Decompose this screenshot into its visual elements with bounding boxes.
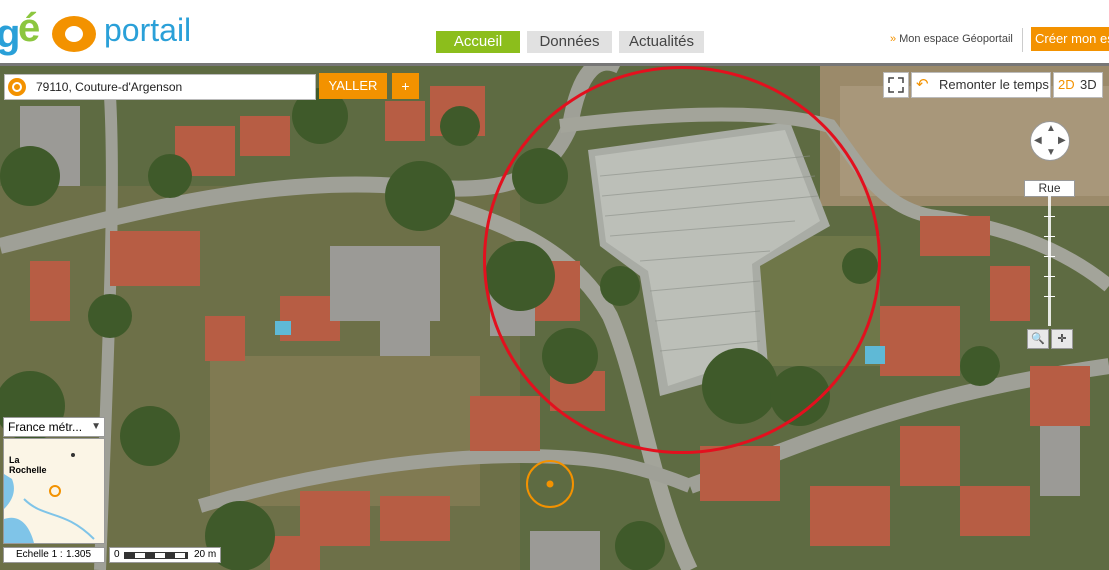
yaller-button[interactable]: YALLER: [319, 73, 387, 99]
zoom-box-button[interactable]: 🔍: [1027, 329, 1049, 349]
remonter-le-temps-button[interactable]: ↶ Remonter le temps: [911, 72, 1051, 98]
remonter-le-temps-label: Remonter le temps: [939, 77, 1049, 92]
projection-value: France métr...: [8, 420, 83, 434]
view-2d-button[interactable]: 2D: [1058, 73, 1075, 97]
pan-down-icon[interactable]: ▼: [1046, 147, 1056, 158]
locate-icon[interactable]: [8, 78, 26, 96]
creer-compte-button[interactable]: Créer mon es: [1031, 27, 1109, 51]
overview-minimap[interactable]: La Rochelle: [3, 438, 105, 544]
echelle-value: 1.305: [66, 549, 92, 560]
view-3d-button[interactable]: 3D: [1080, 73, 1097, 97]
map-view[interactable]: 79110, Couture-d'Argenson YALLER + ↶ Rem…: [0, 66, 1109, 570]
tab-accueil[interactable]: Accueil: [436, 31, 520, 53]
scale-distance: 20 m: [194, 549, 217, 560]
chevron-right-icon: »: [890, 33, 897, 45]
zoom-tick: [1044, 276, 1055, 277]
header-divider: [1022, 28, 1023, 52]
scale-zero: 0: [114, 549, 120, 560]
rue-zoom-label[interactable]: Rue: [1024, 180, 1075, 197]
magnifier-icon: 🔍: [1031, 333, 1045, 345]
undo-arrow-icon: ↶: [916, 76, 929, 93]
annotation-circle: [483, 66, 881, 454]
crosshair-icon: ✛: [1057, 333, 1067, 345]
zoom-tick: [1044, 296, 1055, 297]
minimap-city-line2: Rochelle: [9, 465, 47, 475]
tab-donnees[interactable]: Données: [527, 31, 612, 53]
minimap-city-line1: La: [9, 455, 20, 465]
view-mode-toggle: 2D 3D: [1053, 72, 1103, 98]
mon-espace-label: Mon espace Géoportail: [899, 33, 1013, 45]
zoom-tick: [1044, 216, 1055, 217]
logo-letter-e: é: [18, 6, 41, 50]
pan-left-icon[interactable]: ◀: [1034, 135, 1042, 146]
zoom-tick: [1044, 236, 1055, 237]
zoom-tick: [1044, 256, 1055, 257]
scale-graphic: [124, 552, 188, 559]
chevron-down-icon: ▼: [91, 421, 101, 432]
center-button[interactable]: ✛: [1051, 329, 1073, 349]
logo-letter-o: [52, 16, 96, 52]
echelle-label: Echelle 1 :: [16, 549, 63, 560]
add-button[interactable]: +: [392, 73, 419, 99]
fullscreen-button[interactable]: [883, 72, 909, 98]
projection-select[interactable]: France métr... ▼: [3, 417, 105, 437]
mon-espace-link[interactable]: » Mon espace Géoportail: [890, 33, 1013, 45]
header: g é portail Accueil Données Actualités »…: [0, 0, 1109, 66]
pan-right-icon[interactable]: ▶: [1058, 135, 1066, 146]
search-input[interactable]: 79110, Couture-d'Argenson: [36, 80, 182, 94]
pan-up-icon[interactable]: ▲: [1046, 123, 1056, 134]
search-box[interactable]: 79110, Couture-d'Argenson: [4, 74, 316, 100]
tab-actualites[interactable]: Actualités: [619, 31, 704, 53]
scale-bar: 0 20 m: [109, 547, 221, 563]
logo-text: portail: [104, 12, 192, 48]
scale-ratio: Echelle 1 : 1.305: [3, 547, 105, 563]
fullscreen-icon: [888, 77, 904, 93]
pan-control[interactable]: ▲ ▼ ◀ ▶: [1030, 121, 1070, 161]
